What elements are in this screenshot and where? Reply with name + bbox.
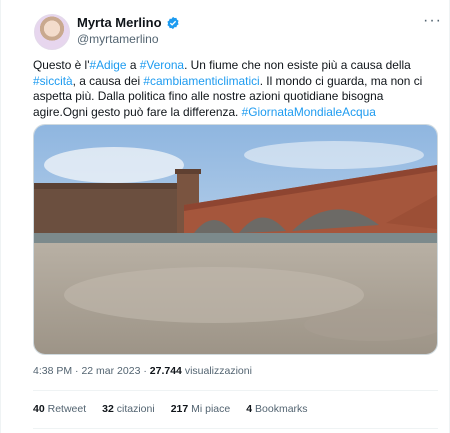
avatar[interactable] — [34, 14, 70, 50]
verona-castelvecchio-photo — [34, 125, 437, 354]
quotes-label: citazioni — [116, 403, 155, 415]
hashtag-link[interactable]: #Verona — [140, 58, 184, 72]
likes-count: 217 — [170, 403, 189, 415]
bookmarks-label: Bookmarks — [255, 403, 308, 415]
tweet-card: Myrta Merlino @myrtamerlino ··· Questo è… — [0, 0, 450, 433]
tweet-date[interactable]: 22 mar 2023 — [81, 365, 140, 377]
tweet-time[interactable]: 4:38 PM — [33, 365, 72, 377]
tweet-text-segment: , a causa dei — [72, 73, 144, 88]
likes-stat[interactable]: 217 Mi piace — [171, 403, 231, 415]
tweet-meta: 4:38 PM · 22 mar 2023 · 27.744 visualizz… — [33, 365, 252, 377]
author-name[interactable]: Myrta Merlino — [77, 15, 162, 30]
hashtag-link[interactable]: #siccità — [33, 74, 73, 88]
likes-label: Mi piace — [191, 403, 231, 415]
retweets-stat[interactable]: 40 Retweet — [33, 403, 86, 415]
divider — [33, 428, 438, 429]
author-handle[interactable]: @myrtamerlino — [77, 32, 159, 46]
hashtag-link[interactable]: #GiornataMondialeAcqua — [242, 105, 376, 119]
tweet-text-segment: a — [126, 58, 140, 72]
quotes-stat[interactable]: 32 citazioni — [102, 403, 155, 415]
tweet-text-segment: Questo è l' — [33, 58, 90, 72]
bookmarks-count: 4 — [246, 403, 253, 415]
retweets-label: Retweet — [47, 403, 87, 415]
views-count: 27.744 — [149, 365, 182, 377]
divider — [33, 390, 438, 391]
verified-badge-icon — [166, 16, 179, 29]
views-label: visualizzazioni — [184, 365, 252, 377]
bookmarks-stat[interactable]: 4 Bookmarks — [246, 403, 307, 415]
tweet-text-segment: . Un fiume che non esiste più a causa de… — [184, 58, 411, 72]
author-name-row: Myrta Merlino — [77, 15, 180, 30]
quotes-count: 32 — [102, 403, 114, 415]
tweet-stats: 40 Retweet 32 citazioni 217 Mi piace 4 B… — [33, 403, 308, 415]
hashtag-link[interactable]: #cambiamenticlimatici — [143, 74, 259, 88]
tweet-text: Questo è l'#Adige a #Verona. Un fiume ch… — [33, 58, 423, 120]
more-options-icon[interactable]: ··· — [423, 12, 442, 30]
hashtag-link[interactable]: #Adige — [89, 58, 126, 72]
tweet-image[interactable] — [33, 124, 438, 355]
retweets-count: 40 — [33, 403, 45, 415]
